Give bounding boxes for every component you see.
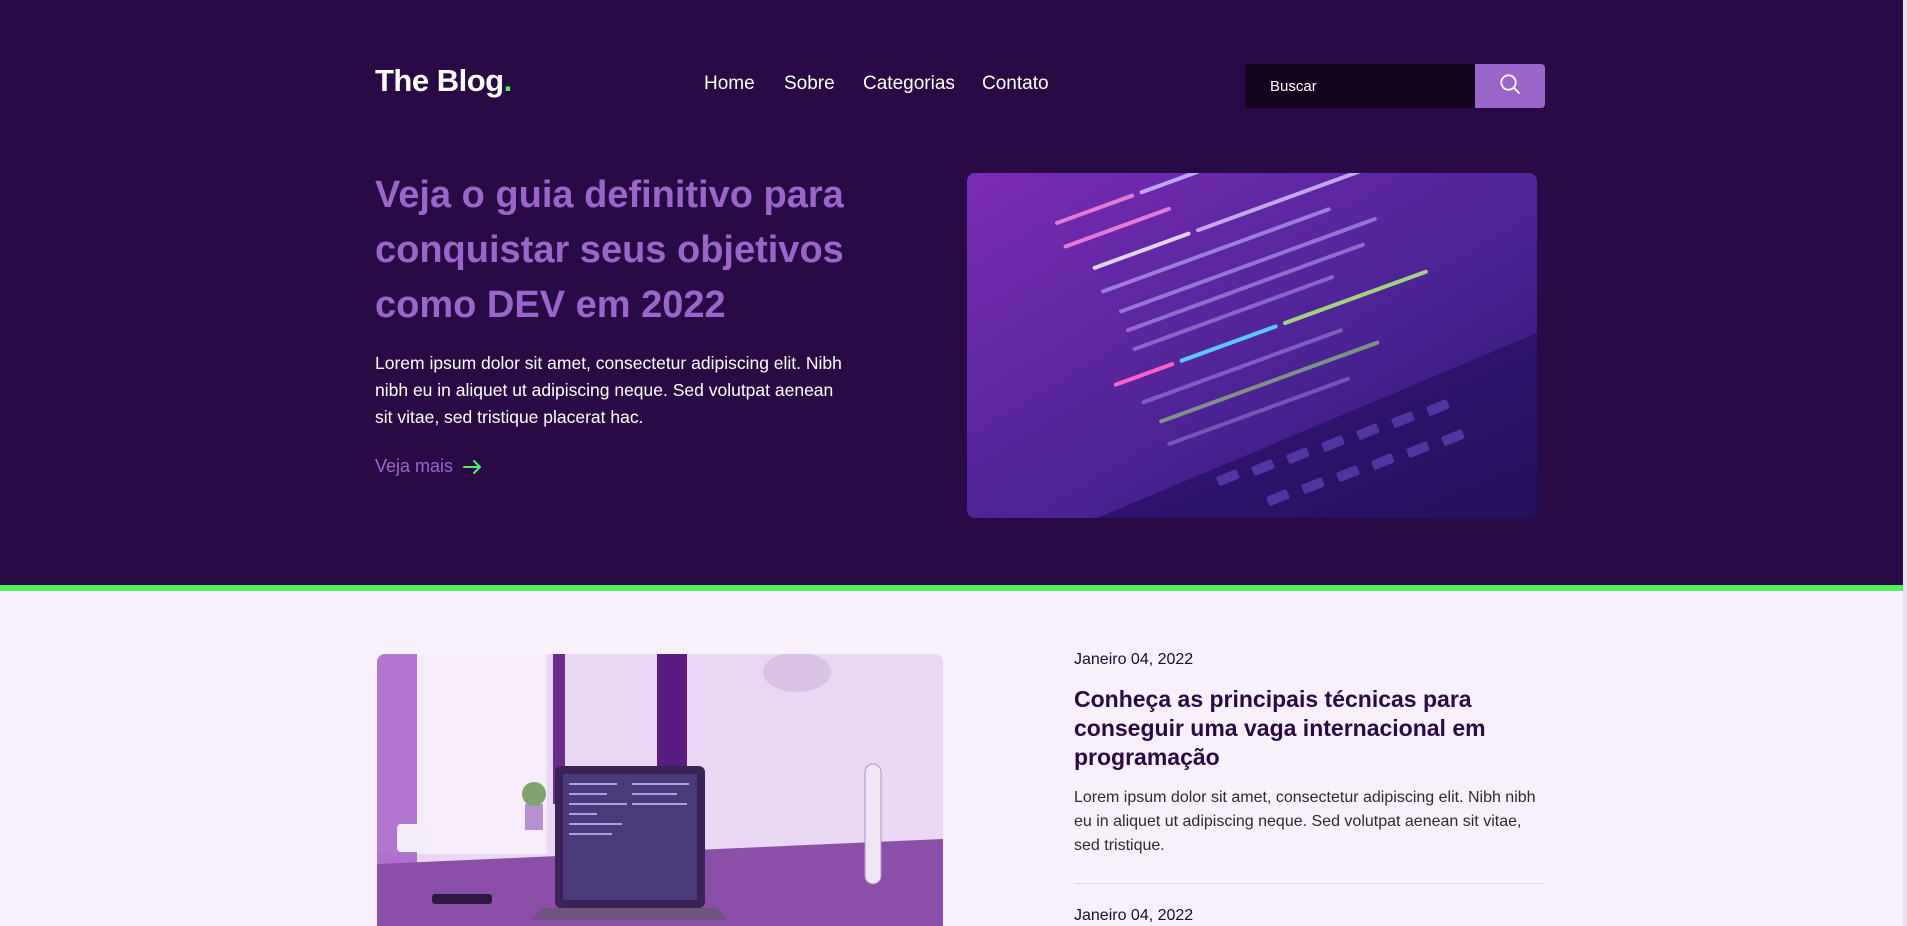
post-image[interactable] <box>377 654 943 926</box>
logo-text: The Blog <box>375 63 504 98</box>
post-item: Janeiro 04, 2022 Conheça as principais t… <box>1074 651 1544 858</box>
section-divider <box>0 585 1903 591</box>
hero-image[interactable] <box>967 173 1537 518</box>
hero-text: Lorem ipsum dolor sit amet, consectetur … <box>375 353 842 427</box>
search-icon <box>1499 73 1521 100</box>
see-more-label: Veja mais <box>375 456 454 476</box>
search-button[interactable] <box>1475 64 1545 108</box>
arrow-right-icon <box>463 459 483 475</box>
post-divider <box>1074 883 1544 884</box>
post-item: Janeiro 04, 2022 <box>1074 907 1544 925</box>
nav-link-contato[interactable]: Contato <box>982 73 1049 95</box>
nav-link-categorias[interactable]: Categorias <box>863 73 955 95</box>
scrollbar[interactable] <box>1903 0 1907 926</box>
search-form <box>1245 64 1545 108</box>
post-excerpt: Lorem ipsum dolor sit amet, consectetur … <box>1074 789 1536 854</box>
logo-dot: . <box>503 63 513 98</box>
post-date: Janeiro 04, 2022 <box>1074 907 1194 924</box>
see-more-link[interactable]: Veja mais <box>375 456 483 477</box>
search-input[interactable] <box>1245 64 1475 108</box>
nav-link-sobre[interactable]: Sobre <box>784 73 835 95</box>
hero-title: Veja o guia definitivo para conquistar s… <box>375 174 844 326</box>
post-title[interactable]: Conheça as principais técnicas para cons… <box>1074 685 1544 772</box>
post-date: Janeiro 04, 2022 <box>1074 651 1194 668</box>
site-logo[interactable]: The Blog. <box>375 63 512 99</box>
nav-link-home[interactable]: Home <box>704 73 755 95</box>
